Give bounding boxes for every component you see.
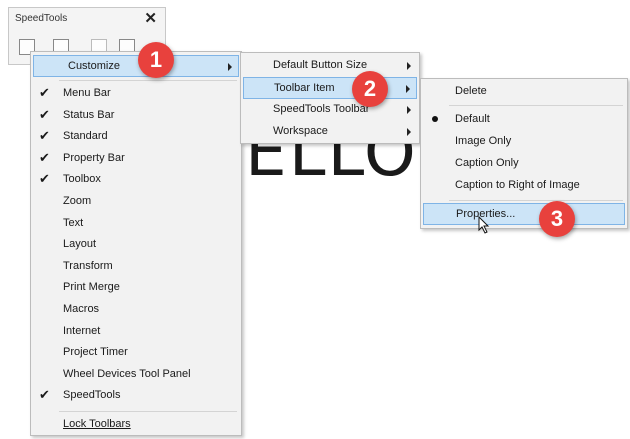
step-badge-2: 2 <box>352 71 388 107</box>
menu-item-toolbar[interactable]: Macros <box>33 299 239 321</box>
menu-item-label: Workspace <box>273 125 328 137</box>
menu-item-image-only[interactable]: Image Only <box>423 131 625 153</box>
toolbar-item-submenu: Delete Default Image Only Caption Only C… <box>420 78 628 229</box>
submenu-arrow-icon <box>406 85 410 93</box>
toolbar-title: SpeedTools <box>15 13 68 24</box>
menu-item-workspace[interactable]: Workspace <box>243 121 417 143</box>
menu-item-toolbar[interactable]: Layout <box>33 234 239 256</box>
menu-item-toolbar[interactable]: Internet <box>33 321 239 343</box>
menu-item-lock-toolbars[interactable]: Lock Toolbars <box>33 414 239 436</box>
menu-item-label: Project Timer <box>63 346 128 359</box>
menu-item-label: Layout <box>63 238 97 251</box>
menu-separator <box>59 80 237 81</box>
menu-item-properties[interactable]: Properties... <box>423 203 625 225</box>
menu-item-toolbar[interactable]: Project Timer <box>33 342 239 364</box>
menu-item-label: Standard <box>63 130 108 143</box>
menu-item-speedtools-toolbar[interactable]: SpeedTools Toolbar <box>243 99 417 121</box>
menu-item-toolbar-item[interactable]: Toolbar Item <box>243 77 417 99</box>
menu-item-caption-right[interactable]: Caption to Right of Image <box>423 175 625 197</box>
close-icon[interactable]: ✕ <box>144 9 157 27</box>
menu-item-label: Delete <box>455 85 487 97</box>
menu-item-label: Print Merge <box>63 281 120 294</box>
menu-item-toolbar[interactable]: ✔ Status Bar <box>33 105 239 127</box>
menu-item-label: Caption to Right of Image <box>455 179 580 191</box>
menu-item-delete[interactable]: Delete <box>423 81 625 103</box>
submenu-arrow-icon <box>407 62 411 70</box>
customize-submenu: Default Button Size Toolbar Item SpeedTo… <box>240 52 420 144</box>
menu-item-toolbar[interactable]: Zoom <box>33 191 239 213</box>
step-badge-1: 1 <box>138 42 174 78</box>
menu-item-label: Customize <box>68 60 120 72</box>
check-icon: ✔ <box>39 171 50 187</box>
menu-item-toolbar[interactable]: Text <box>33 213 239 235</box>
menu-item-label: Zoom <box>63 195 92 207</box>
menu-item-label: Toolbar Item <box>274 82 335 94</box>
menu-item-toolbar[interactable]: ✔ Toolbox <box>33 169 239 191</box>
menu-item-label: Macros <box>63 303 100 315</box>
step-badge-3: 3 <box>539 201 575 237</box>
menu-item-label: Caption Only <box>455 157 519 169</box>
check-icon: ✔ <box>39 128 50 144</box>
menu-item-label: Menu Bar <box>63 87 111 99</box>
menu-item-label: Status Bar <box>63 108 115 121</box>
menu-item-customize[interactable]: Customize <box>33 55 239 77</box>
check-icon: ✔ <box>39 85 50 100</box>
menu-item-caption-only[interactable]: Caption Only <box>423 153 625 175</box>
menu-item-label: Default Button Size <box>273 59 368 71</box>
submenu-arrow-icon <box>407 128 411 136</box>
menu-item-label: Transform <box>63 259 113 272</box>
menu-item-label: SpeedTools <box>63 389 121 402</box>
menu-separator <box>449 105 623 106</box>
menu-item-label: Toolbox <box>63 173 101 186</box>
menu-item-toolbar[interactable]: ✔ SpeedTools <box>33 385 239 407</box>
menu-item-default-button-size[interactable]: Default Button Size <box>243 55 417 77</box>
menu-item-toolbar[interactable]: ✔ Standard <box>33 126 239 148</box>
menu-item-toolbar[interactable]: Wheel Devices Tool Panel <box>33 364 239 386</box>
menu-separator <box>59 411 237 412</box>
menu-item-label: Property Bar <box>63 151 125 164</box>
toolbar-context-menu: Customize ✔ Menu Bar ✔ Status Bar ✔ Standard ✔… <box>30 51 242 436</box>
menu-item-toolbar[interactable]: Transform <box>33 256 239 278</box>
check-icon: ✔ <box>39 149 50 165</box>
menu-item-default[interactable]: Default <box>423 109 625 131</box>
menu-item-label: SpeedTools Toolbar <box>273 103 370 115</box>
submenu-arrow-icon <box>228 63 232 71</box>
menu-item-label: Wheel Devices Tool Panel <box>63 367 191 380</box>
menu-item-label: Text <box>63 216 84 229</box>
check-icon: ✔ <box>39 387 50 403</box>
menu-item-label: Default <box>455 113 490 125</box>
menu-item-toolbar[interactable]: Print Merge <box>33 277 239 299</box>
menu-item-label: Internet <box>63 324 101 337</box>
submenu-arrow-icon <box>407 106 411 114</box>
mouse-cursor-icon <box>478 216 490 234</box>
menu-item-toolbar[interactable]: ✔ Menu Bar <box>33 83 239 105</box>
radio-dot-icon <box>432 116 438 122</box>
check-icon: ✔ <box>39 106 50 122</box>
menu-item-label: Image Only <box>455 135 512 147</box>
menu-separator <box>449 200 623 201</box>
menu-item-toolbar[interactable]: ✔ Property Bar <box>33 148 239 170</box>
menu-item-label: Lock Toolbars <box>63 418 131 430</box>
